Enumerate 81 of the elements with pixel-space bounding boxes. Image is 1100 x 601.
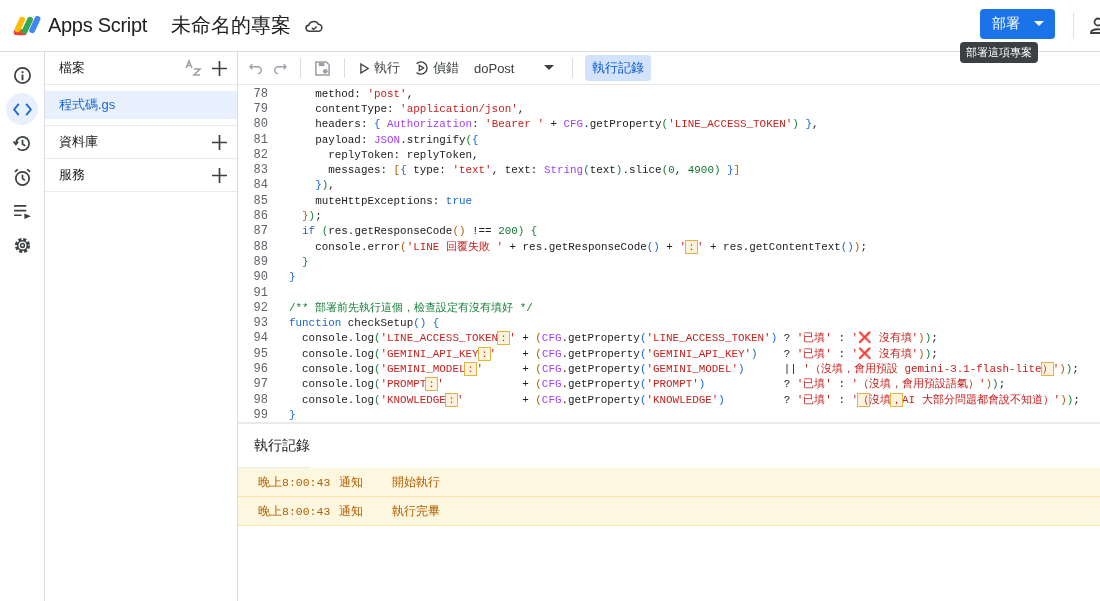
play-icon (360, 62, 369, 74)
code-line: messages: [{ type: 'text', text: String(text).slice(0, 4900) }] (327, 164, 741, 177)
line-number: 82 (252, 147, 268, 162)
logo-icon (12, 13, 42, 38)
code-line: method: 'post', (314, 87, 414, 100)
line-number: 83 (252, 163, 268, 178)
code-line: console.log('KNOWLEDGE：' + (CFG.getProperty('KNOWLEDGE') ? '已填' : '（沒填，AI 大部分問題都會說不知道）')); (301, 392, 1080, 407)
code-line: muteHttpExceptions: true (314, 194, 472, 207)
line-number: 93 (252, 316, 268, 331)
add-icon[interactable] (212, 60, 227, 76)
code-line: headers: { Authorization: 'Bearer ' + CFG.getProperty('LINE_ACCESS_TOKEN') }, (314, 118, 819, 131)
cloud-icon (304, 18, 323, 33)
code-line: } (301, 255, 309, 268)
panel-title: 檔案 (59, 59, 86, 77)
project-title[interactable]: 未命名的專案 (170, 12, 291, 39)
line-number: 80 (252, 117, 268, 132)
info-icon (12, 65, 32, 85)
line-number: 96 (252, 362, 268, 376)
code-line: if (res.getResponseCode() !== 200) { (301, 225, 538, 238)
line-number: 87 (252, 224, 268, 239)
line-number: 78 (252, 86, 268, 101)
line-number: 98 (252, 392, 268, 407)
line-number: 84 (252, 178, 268, 193)
save-icon[interactable] (314, 59, 331, 77)
code-button[interactable] (6, 93, 38, 125)
line-number: 92 (252, 300, 268, 315)
redo-icon[interactable] (273, 62, 287, 74)
add-icon[interactable] (212, 134, 227, 150)
line-number: 89 (252, 254, 268, 269)
caret-icon (544, 65, 555, 71)
line-number: 90 (252, 270, 268, 285)
log-level: 通知 (339, 503, 364, 519)
code-line: replyToken: replyToken, (327, 148, 479, 161)
run-button[interactable]: 執行 (357, 59, 403, 77)
line-number: 86 (252, 209, 268, 223)
undo-icon[interactable] (249, 62, 263, 74)
tooltip: 部署這項專案 (960, 42, 1038, 63)
code-line: contentType: 'application/json', (314, 102, 525, 115)
code-line: console.log('PROMPT：' + (CFG.getProperty('PROMPT') ? '已填' : '（沒填，會用預設語氣）')); (301, 377, 1006, 392)
code-icon (12, 102, 32, 116)
settings-icon (12, 235, 32, 255)
deploy-button[interactable]: 部署 (980, 8, 1055, 39)
file-item[interactable]: 程式碼.gs (45, 91, 237, 119)
code-line: } (289, 271, 296, 284)
line-number: 88 (252, 239, 268, 254)
log-message: 執行完畢 (392, 503, 440, 519)
add-icon[interactable] (212, 167, 227, 183)
code-line: console.error('LINE 回覆失敗 ' + res.getResponseCode() + '：' + res.getContentText()); (314, 239, 867, 254)
log-level: 通知 (339, 474, 364, 490)
function-dropdown[interactable]: doPost (470, 60, 561, 76)
code-line: console.log('GEMINI_API_KEY：' + (CFG.getProperty('GEMINI_API_KEY') ? '已填' : '❌ 沒有填')); (301, 346, 938, 361)
list-play-icon (12, 203, 32, 219)
debug-icon (414, 61, 428, 75)
code-line: } (289, 408, 296, 421)
log-message: 開始執行 (392, 474, 440, 490)
sort-icon[interactable] (184, 59, 202, 77)
line-number: 85 (252, 193, 268, 208)
code-line: }), (314, 179, 335, 192)
section-title: 資料庫 (59, 133, 99, 151)
line-number: 95 (252, 346, 268, 361)
code-line: }); (301, 210, 322, 222)
code-line: payload: JSON.stringify({ (314, 133, 479, 146)
log-time: 晚上8:00:43 (258, 503, 332, 519)
caret-icon (1033, 20, 1044, 27)
line-number: 99 (252, 407, 268, 422)
code-line: console.log('GEMINI_MODEL：' + (CFG.getProperty('GEMINI_MODEL') || '（沒填，會用預設 gemini-3.1-flash-lite）')); (301, 362, 1079, 376)
history-icon (12, 133, 32, 153)
line-number: 81 (252, 132, 268, 147)
code-line: /** 部署前先執行這個，檢查設定有沒有填好 */ (289, 300, 533, 315)
code-line: console.log('LINE_ACCESS_TOKEN：' + (CFG.getProperty('LINE_ACCESS_TOKEN') ? '已填' : '❌ 沒有填')); (301, 331, 938, 346)
section-title: 服務 (59, 166, 86, 184)
alarm-clock-icon (12, 167, 32, 187)
code-line: function checkSetup() { (289, 317, 440, 330)
line-number: 79 (252, 101, 268, 116)
execution-log-button[interactable]: 執行記錄 (585, 55, 652, 81)
log-time: 晚上8:00:43 (258, 474, 332, 490)
product-name: Apps Script (48, 14, 147, 37)
line-number: 94 (252, 331, 268, 346)
line-number: 91 (252, 285, 268, 300)
line-number: 97 (252, 377, 268, 392)
debug-button[interactable]: 偵錯 (411, 59, 462, 77)
